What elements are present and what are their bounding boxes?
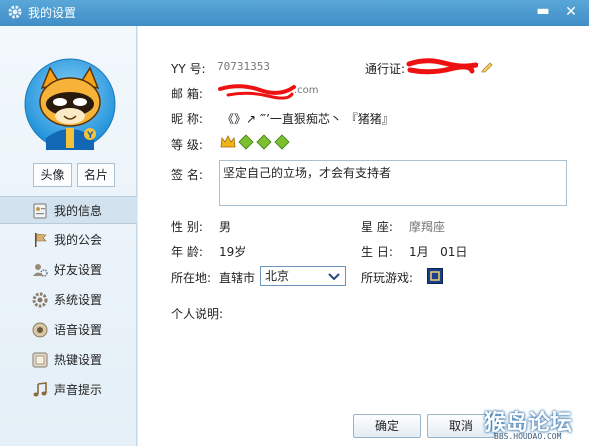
nickname-value: 《》↗ ‴’一直狠痴芯丶 『猪猪』 (222, 112, 394, 126)
age-value: 19岁 (219, 245, 247, 259)
music-note-icon (33, 382, 47, 397)
sidebar-item-label: 语音设置 (54, 323, 103, 337)
email-value-suffix: .com (294, 85, 319, 96)
sidebar-item-system-settings[interactable]: 系统设置 (0, 286, 137, 314)
sidebar-item-friend-settings[interactable]: 好友设置 (0, 256, 137, 284)
window-title: 我的设置 (28, 6, 77, 20)
yy-number-label: YY 号: (171, 62, 206, 76)
my-info-panel: YY 号: 70731353 通行证: 邮 箱: .com 昵 称: 《》↗ ‴… (138, 26, 589, 446)
zodiac-label: 星 座: (361, 220, 393, 234)
ok-button[interactable]: 确定 (353, 414, 421, 438)
location-label: 所在地: (171, 271, 212, 285)
close-button[interactable]: ✕ (561, 3, 581, 21)
minimize-button[interactable]: ▬ (533, 3, 553, 21)
email-label: 邮 箱: (171, 87, 203, 101)
keyboard-icon (32, 352, 48, 368)
level-badges (220, 134, 292, 150)
gender-value: 男 (219, 220, 232, 234)
speaker-icon (32, 322, 48, 338)
sidebar-item-label: 好友设置 (54, 263, 103, 277)
gear-icon (32, 292, 48, 308)
avatar-button[interactable]: 头像 (33, 163, 72, 187)
email-redaction-mark (218, 84, 296, 100)
avatar[interactable]: Y (24, 58, 116, 150)
signature-field[interactable]: 坚定自己的立场，才会有支持者 (219, 160, 567, 206)
sidebar-item-label: 我的公会 (54, 233, 103, 247)
raccoon-avatar-icon: Y (24, 58, 116, 150)
sidebar-item-voice-settings[interactable]: 语音设置 (0, 316, 137, 344)
sidebar-item-label: 声音提示 (54, 383, 103, 397)
friend-gear-icon (33, 264, 48, 277)
forum-watermark: 猴岛论坛 BBS.HOUDAO.COM (484, 405, 588, 445)
watermark-url: BBS.HOUDAO.COM (494, 432, 562, 441)
gender-label: 性 别: (171, 220, 203, 234)
id-card-icon (33, 203, 47, 219)
game-icon[interactable] (427, 268, 443, 284)
sidebar-item-my-guild[interactable]: 我的公会 (0, 226, 137, 254)
bio-label: 个人说明: (171, 307, 224, 321)
sidebar-item-my-info[interactable]: 我的信息 (0, 196, 137, 224)
sidebar-item-label: 热键设置 (54, 353, 103, 367)
zodiac-value: 摩羯座 (409, 220, 446, 234)
yy-number-value: 70731353 (217, 60, 270, 73)
location-province: 直辖市 (219, 271, 256, 285)
passport-label: 通行证: (365, 62, 406, 76)
card-button[interactable]: 名片 (77, 163, 115, 187)
games-label: 所玩游戏: (361, 271, 414, 285)
crown-icon (220, 135, 236, 148)
birthday-label: 生 日: (361, 245, 393, 259)
chevron-down-icon (328, 273, 340, 281)
leaf-icon (274, 134, 290, 150)
signature-label: 签 名: (171, 168, 203, 182)
birthday-value: 1月 01日 (409, 245, 468, 259)
game-logo-icon (430, 271, 440, 281)
nickname-label: 昵 称: (171, 112, 203, 126)
gear-icon (8, 5, 22, 19)
leaf-icon (238, 134, 254, 150)
sidebar-item-hotkey-settings[interactable]: 热键设置 (0, 346, 137, 374)
city-select-value: 北京 (265, 269, 290, 283)
sidebar-item-sound-alerts[interactable]: 声音提示 (0, 376, 137, 404)
sidebar-item-label: 系统设置 (54, 293, 103, 307)
title-bar: 我的设置 ▬ ✕ (0, 0, 589, 26)
passport-redaction-mark (406, 58, 478, 75)
sidebar-item-label: 我的信息 (54, 204, 103, 218)
flag-icon (35, 233, 47, 247)
svg-text:Y: Y (86, 131, 94, 141)
age-label: 年 龄: (171, 245, 203, 259)
edit-pencil-icon[interactable] (481, 60, 495, 73)
leaf-icon (256, 134, 272, 150)
level-label: 等 级: (171, 138, 203, 152)
sidebar: Y 头像 名片 我的信息 我的公会 好友设置 系统设置 语音设置 热键设置 声音… (0, 26, 137, 446)
city-select[interactable]: 北京 (260, 266, 346, 286)
